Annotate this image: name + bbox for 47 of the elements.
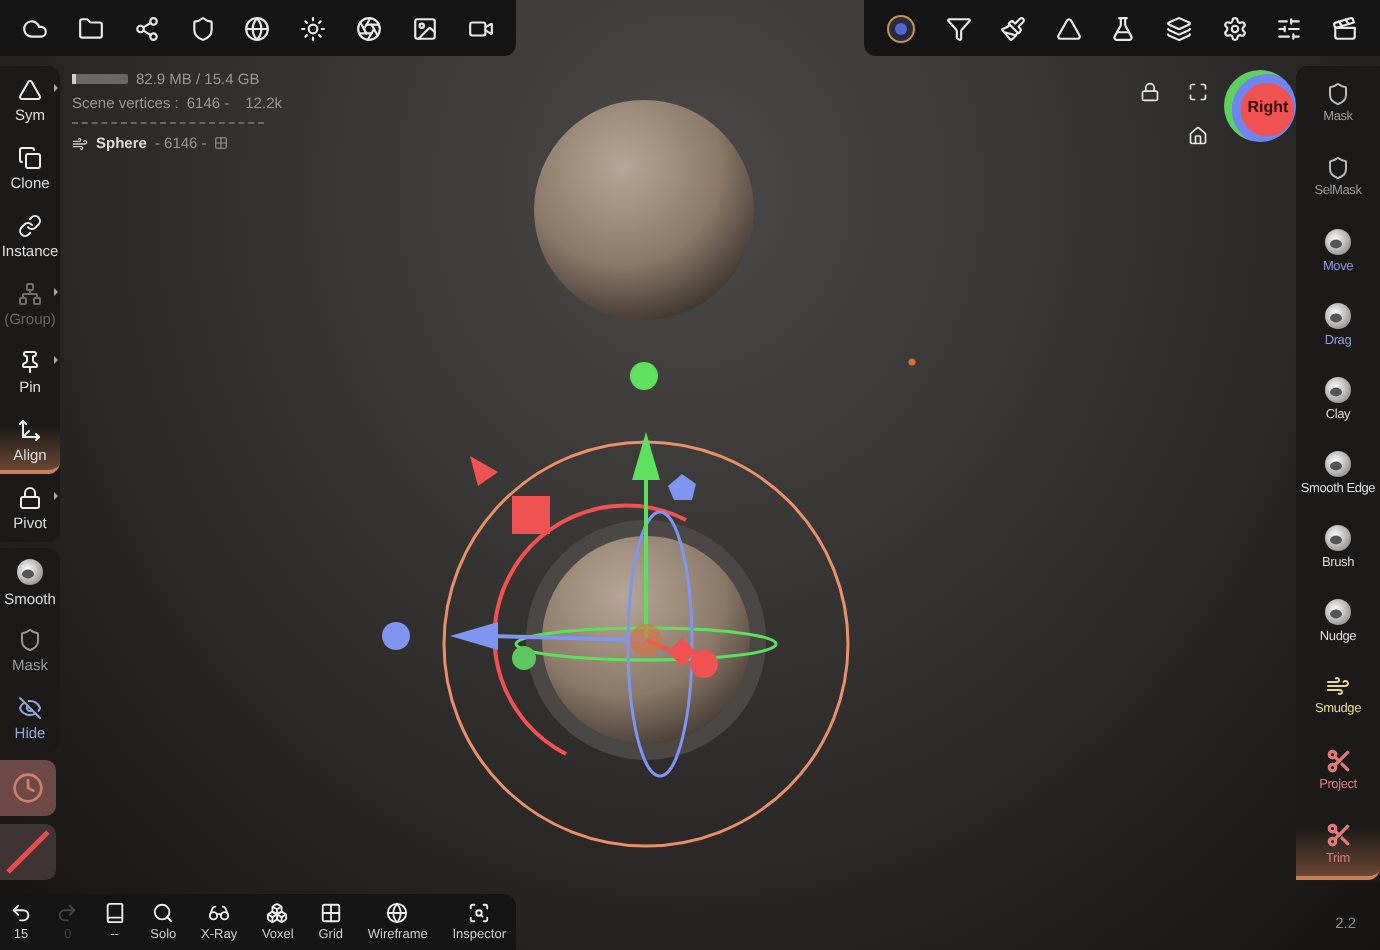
sphere-brush-icon [1324,376,1352,404]
glasses-icon [208,902,231,924]
lock-icon [18,485,42,509]
link-icon [18,213,42,237]
search-icon [152,902,175,924]
slash-icon [4,828,52,876]
inspector-icon [468,902,491,924]
clock-icon [12,772,44,804]
voxel-icon [266,902,289,924]
view-cube[interactable]: Right [1224,70,1296,142]
sun-icon[interactable] [296,11,331,45]
sphere-brush-icon [16,557,44,585]
fullscreen-icon[interactable] [1184,78,1212,106]
home-icon[interactable] [1184,122,1212,150]
sphere-brush-icon [1324,302,1352,330]
group-icon [18,281,42,305]
undo-icon [10,902,32,924]
lock-icon[interactable] [1136,78,1164,106]
clapperboard-icon[interactable] [1327,11,1362,45]
pin-icon [18,349,42,373]
book-icon [103,902,126,924]
point-marker [908,358,916,366]
submenu-caret-icon [54,356,58,364]
clock-thumbnail[interactable] [0,760,56,816]
submenu-caret-icon [54,84,58,92]
shield-icon [1326,82,1350,106]
submenu-caret-icon [54,492,58,500]
sphere-brush-icon [1324,228,1352,256]
grid-icon [319,902,342,924]
triangle-icon [18,77,42,101]
material-thumbnail[interactable] [0,824,56,880]
shield-icon [1326,156,1350,180]
gizmo-icon[interactable] [882,9,921,47]
copy-icon [18,145,42,169]
paintbrush-icon[interactable] [996,11,1031,45]
layers-icon[interactable] [1162,11,1196,45]
wireframe-icon [386,902,409,924]
shield-icon [18,627,42,651]
sphere-brush-icon [1324,598,1352,626]
eye-off-icon [18,695,42,719]
sphere-brush-icon [1324,450,1352,478]
redo-icon [56,902,79,924]
axes-icon [18,417,42,441]
sphere-brush-icon [1324,524,1352,552]
submenu-caret-icon [54,288,58,296]
aperture-icon[interactable] [351,11,386,45]
grid-icon [214,136,229,150]
